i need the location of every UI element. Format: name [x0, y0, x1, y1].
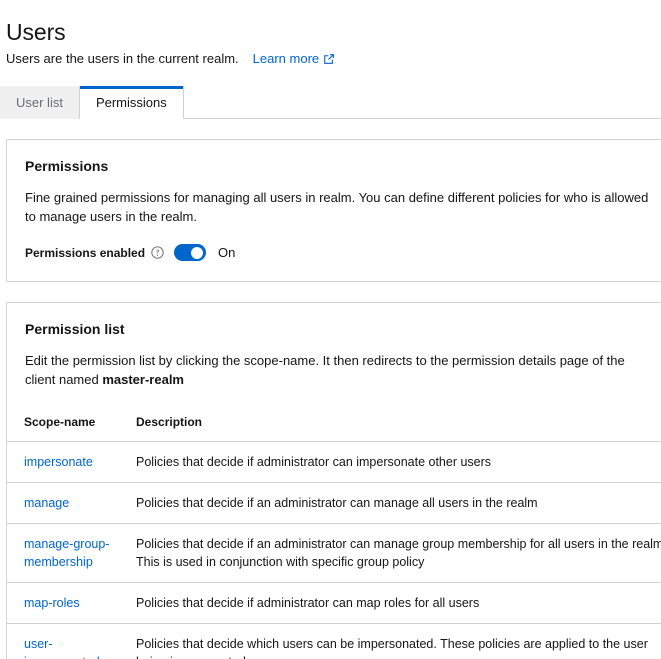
- permissions-card-body: Permissions Fine grained permissions for…: [7, 140, 661, 281]
- permissions-enabled-row: Permissions enabled On: [25, 244, 661, 261]
- permission-table-head: Scope-name Description: [7, 409, 661, 442]
- table-cell-description: Policies that decide if an administrator…: [136, 523, 661, 583]
- tab-user-list[interactable]: User list: [0, 86, 80, 119]
- table-cell-description: Policies that decide which users can be …: [136, 623, 661, 659]
- table-cell-scope: user-impersonated: [7, 623, 136, 659]
- permissions-enabled-state: On: [218, 245, 236, 260]
- learn-more-label: Learn more: [252, 51, 320, 66]
- learn-more-link[interactable]: Learn more: [253, 50, 335, 68]
- permission-list-description: Edit the permission list by clicking the…: [25, 351, 657, 389]
- table-row: user-impersonated Policies that decide w…: [7, 623, 661, 659]
- tab-bar: User list Permissions: [0, 86, 661, 119]
- table-cell-scope: manage-group-membership: [7, 523, 136, 583]
- table-header-row: Scope-name Description: [7, 409, 661, 442]
- page-subtitle-row: Users are the users in the current realm…: [6, 50, 661, 68]
- external-link-icon: [323, 53, 335, 65]
- table-row: map-roles Policies that decide if admini…: [7, 582, 661, 624]
- toggle-knob: [191, 246, 204, 259]
- permission-list-client-name: master-realm: [102, 372, 184, 387]
- table-row: manage-group-membership Policies that de…: [7, 523, 661, 583]
- permission-list-title: Permission list: [25, 321, 125, 337]
- page-header: Users Users are the users in the current…: [0, 0, 661, 68]
- table-row: manage Policies that decide if an admini…: [7, 482, 661, 524]
- table-cell-description: Policies that decide if administrator ca…: [136, 582, 661, 624]
- table-row: impersonate Policies that decide if admi…: [7, 441, 661, 483]
- tab-permissions-label: Permissions: [95, 94, 167, 110]
- scope-link-manage-group-membership[interactable]: manage-group-membership: [24, 537, 109, 569]
- table-cell-description: Policies that decide if an administrator…: [136, 482, 661, 524]
- permissions-card-description: Fine grained permissions for managing al…: [25, 190, 649, 224]
- permissions-card-title: Permissions: [25, 158, 109, 174]
- tab-user-list-label: User list: [16, 95, 63, 110]
- page-title: Users: [6, 19, 66, 45]
- permission-table: Scope-name Description impersonate Polic…: [7, 409, 661, 659]
- page-subtitle: Users are the users in the current realm…: [6, 51, 239, 66]
- column-header-description: Description: [136, 409, 661, 442]
- permission-list-card: Permission list Edit the permission list…: [6, 302, 661, 659]
- permission-table-wrap: Scope-name Description impersonate Polic…: [7, 409, 661, 659]
- permissions-enabled-toggle[interactable]: [174, 244, 207, 261]
- scope-link-user-impersonated[interactable]: user-impersonated: [24, 637, 100, 659]
- permission-list-card-body: Permission list Edit the permission list…: [7, 303, 661, 409]
- column-header-scope-name: Scope-name: [7, 409, 136, 442]
- permission-table-body: impersonate Policies that decide if admi…: [7, 441, 661, 659]
- scope-link-map-roles[interactable]: map-roles: [24, 596, 80, 610]
- table-cell-scope: manage: [7, 482, 136, 524]
- permissions-enabled-label: Permissions enabled: [25, 245, 146, 260]
- table-cell-scope: map-roles: [7, 582, 136, 624]
- table-cell-scope: impersonate: [7, 441, 136, 483]
- help-circle-icon[interactable]: [151, 246, 164, 259]
- scope-link-impersonate[interactable]: impersonate: [24, 455, 93, 469]
- scope-link-manage[interactable]: manage: [24, 496, 69, 510]
- tab-permissions[interactable]: Permissions: [79, 86, 184, 119]
- users-permissions-page: Users Users are the users in the current…: [0, 0, 661, 659]
- table-cell-description: Policies that decide if administrator ca…: [136, 441, 661, 483]
- permissions-card: Permissions Fine grained permissions for…: [6, 139, 661, 282]
